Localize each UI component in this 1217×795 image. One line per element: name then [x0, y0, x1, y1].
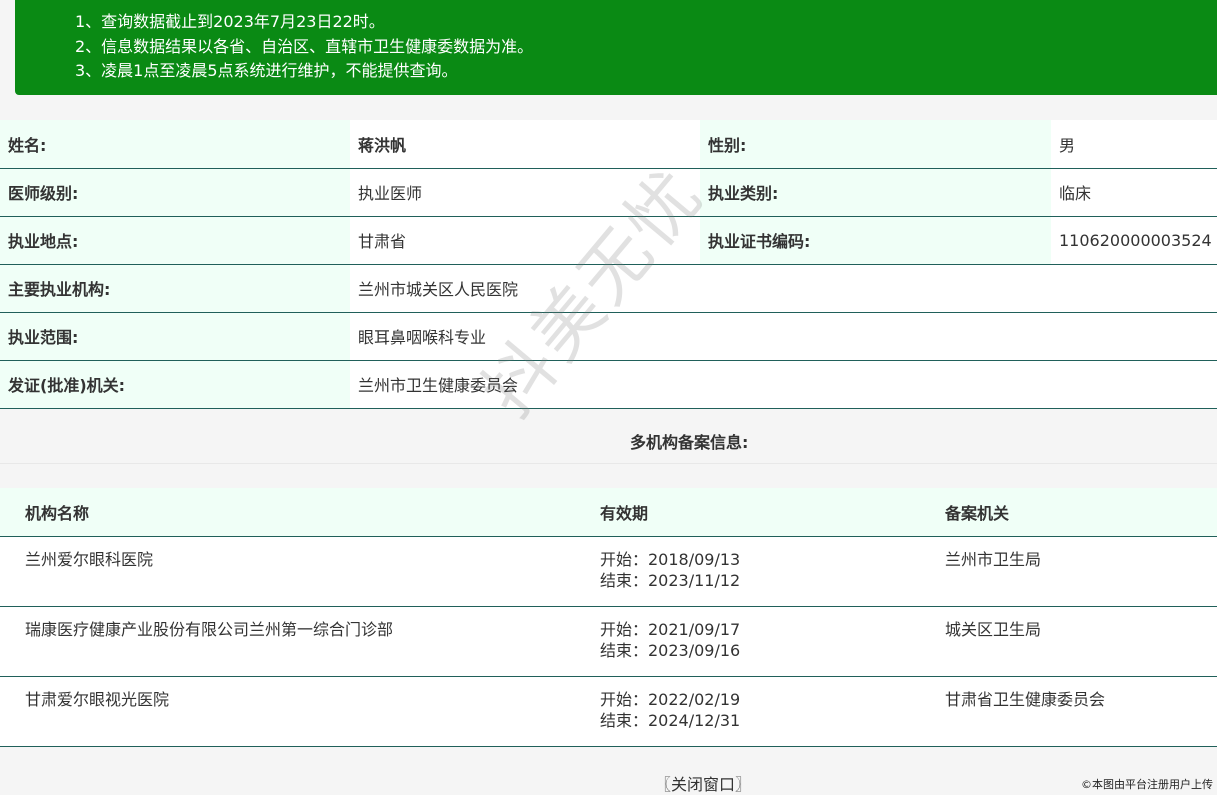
institution-value: 兰州市城关区人民医院 — [350, 264, 1217, 313]
gender-label: 性别: — [700, 120, 1051, 169]
close-window-link[interactable]: 〖关闭窗口〗 — [655, 771, 751, 795]
validity-start: 开始：2018/09/13 — [600, 549, 741, 569]
authority-value: 兰州市卫生健康委员会 — [350, 360, 1217, 409]
institution-name: 兰州爱尔眼科医院 — [0, 536, 575, 607]
col-header-name: 机构名称 — [0, 488, 575, 537]
validity-end: 结束：2023/11/12 — [600, 570, 741, 590]
col-header-authority: 备案机关 — [920, 488, 1217, 537]
validity-cell: 开始：2021/09/17 结束：2023/09/16 — [575, 606, 920, 677]
level-value: 执业医师 — [350, 168, 700, 217]
institution-table-header: 机构名称 有效期 备案机关 — [0, 488, 1217, 537]
multi-institution-title: 多机构备案信息: — [630, 433, 749, 452]
validity-start: 开始：2022/02/19 — [600, 689, 741, 709]
notice-banner: 1、查询数据截止到2023年7月23日22时。 2、信息数据结果以各省、自治区、… — [15, 0, 1217, 95]
table-row: 瑞康医疗健康产业股份有限公司兰州第一综合门诊部 开始：2021/09/17 结束… — [0, 606, 1217, 677]
validity-end: 结束：2024/12/31 — [600, 710, 741, 730]
location-label: 执业地点: — [0, 216, 350, 265]
institution-label: 主要执业机构: — [0, 264, 350, 313]
category-value: 临床 — [1051, 168, 1217, 217]
copyright-notice: ©本图由平台注册用户上传 — [1081, 778, 1213, 791]
cert-label: 执业证书编码: — [700, 216, 1051, 265]
name-value: 蒋洪帆 — [350, 120, 700, 169]
validity-cell: 开始：2018/09/13 结束：2023/11/12 — [575, 536, 920, 607]
cert-value: 110620000003524 — [1051, 216, 1217, 265]
scope-value: 眼耳鼻咽喉科专业 — [350, 312, 1217, 361]
info-row-location: 执业地点: 甘肃省 执业证书编码: 110620000003524 — [0, 216, 1217, 265]
authority-label: 发证(批准)机关: — [0, 360, 350, 409]
validity-start: 开始：2021/09/17 — [600, 619, 741, 639]
record-authority: 甘肃省卫生健康委员会 — [920, 676, 1217, 747]
institution-name: 瑞康医疗健康产业股份有限公司兰州第一综合门诊部 — [0, 606, 575, 677]
table-row: 兰州爱尔眼科医院 开始：2018/09/13 结束：2023/11/12 兰州市… — [0, 536, 1217, 607]
info-row-level: 医师级别: 执业医师 执业类别: 临床 — [0, 168, 1217, 217]
info-row-institution: 主要执业机构: 兰州市城关区人民医院 — [0, 264, 1217, 313]
institution-table: 机构名称 有效期 备案机关 兰州爱尔眼科医院 开始：2018/09/13 结束：… — [0, 488, 1217, 747]
notice-line-3: 3、凌晨1点至凌晨5点系统进行维护，不能提供查询。 — [75, 61, 458, 80]
validity-cell: 开始：2022/02/19 结束：2024/12/31 — [575, 676, 920, 747]
doctor-info-table: 姓名: 蒋洪帆 性别: 男 医师级别: 执业医师 执业类别: 临床 执业地点: … — [0, 120, 1217, 409]
info-row-authority: 发证(批准)机关: 兰州市卫生健康委员会 — [0, 360, 1217, 409]
scope-label: 执业范围: — [0, 312, 350, 361]
info-row-scope: 执业范围: 眼耳鼻咽喉科专业 — [0, 312, 1217, 361]
info-row-name: 姓名: 蒋洪帆 性别: 男 — [0, 120, 1217, 169]
institution-name: 甘肃爱尔眼视光医院 — [0, 676, 575, 747]
col-header-validity: 有效期 — [575, 488, 920, 537]
table-row: 甘肃爱尔眼视光医院 开始：2022/02/19 结束：2024/12/31 甘肃… — [0, 676, 1217, 747]
name-label: 姓名: — [0, 120, 350, 169]
multi-institution-header: 多机构备案信息: — [0, 415, 1217, 464]
location-value: 甘肃省 — [350, 216, 700, 265]
gender-value: 男 — [1051, 120, 1217, 169]
notice-line-1: 1、查询数据截止到2023年7月23日22时。 — [75, 12, 385, 31]
category-label: 执业类别: — [700, 168, 1051, 217]
record-authority: 兰州市卫生局 — [920, 536, 1217, 607]
validity-end: 结束：2023/09/16 — [600, 640, 741, 660]
record-authority: 城关区卫生局 — [920, 606, 1217, 677]
notice-line-2: 2、信息数据结果以各省、自治区、直辖市卫生健康委数据为准。 — [75, 36, 534, 56]
level-label: 医师级别: — [0, 168, 350, 217]
